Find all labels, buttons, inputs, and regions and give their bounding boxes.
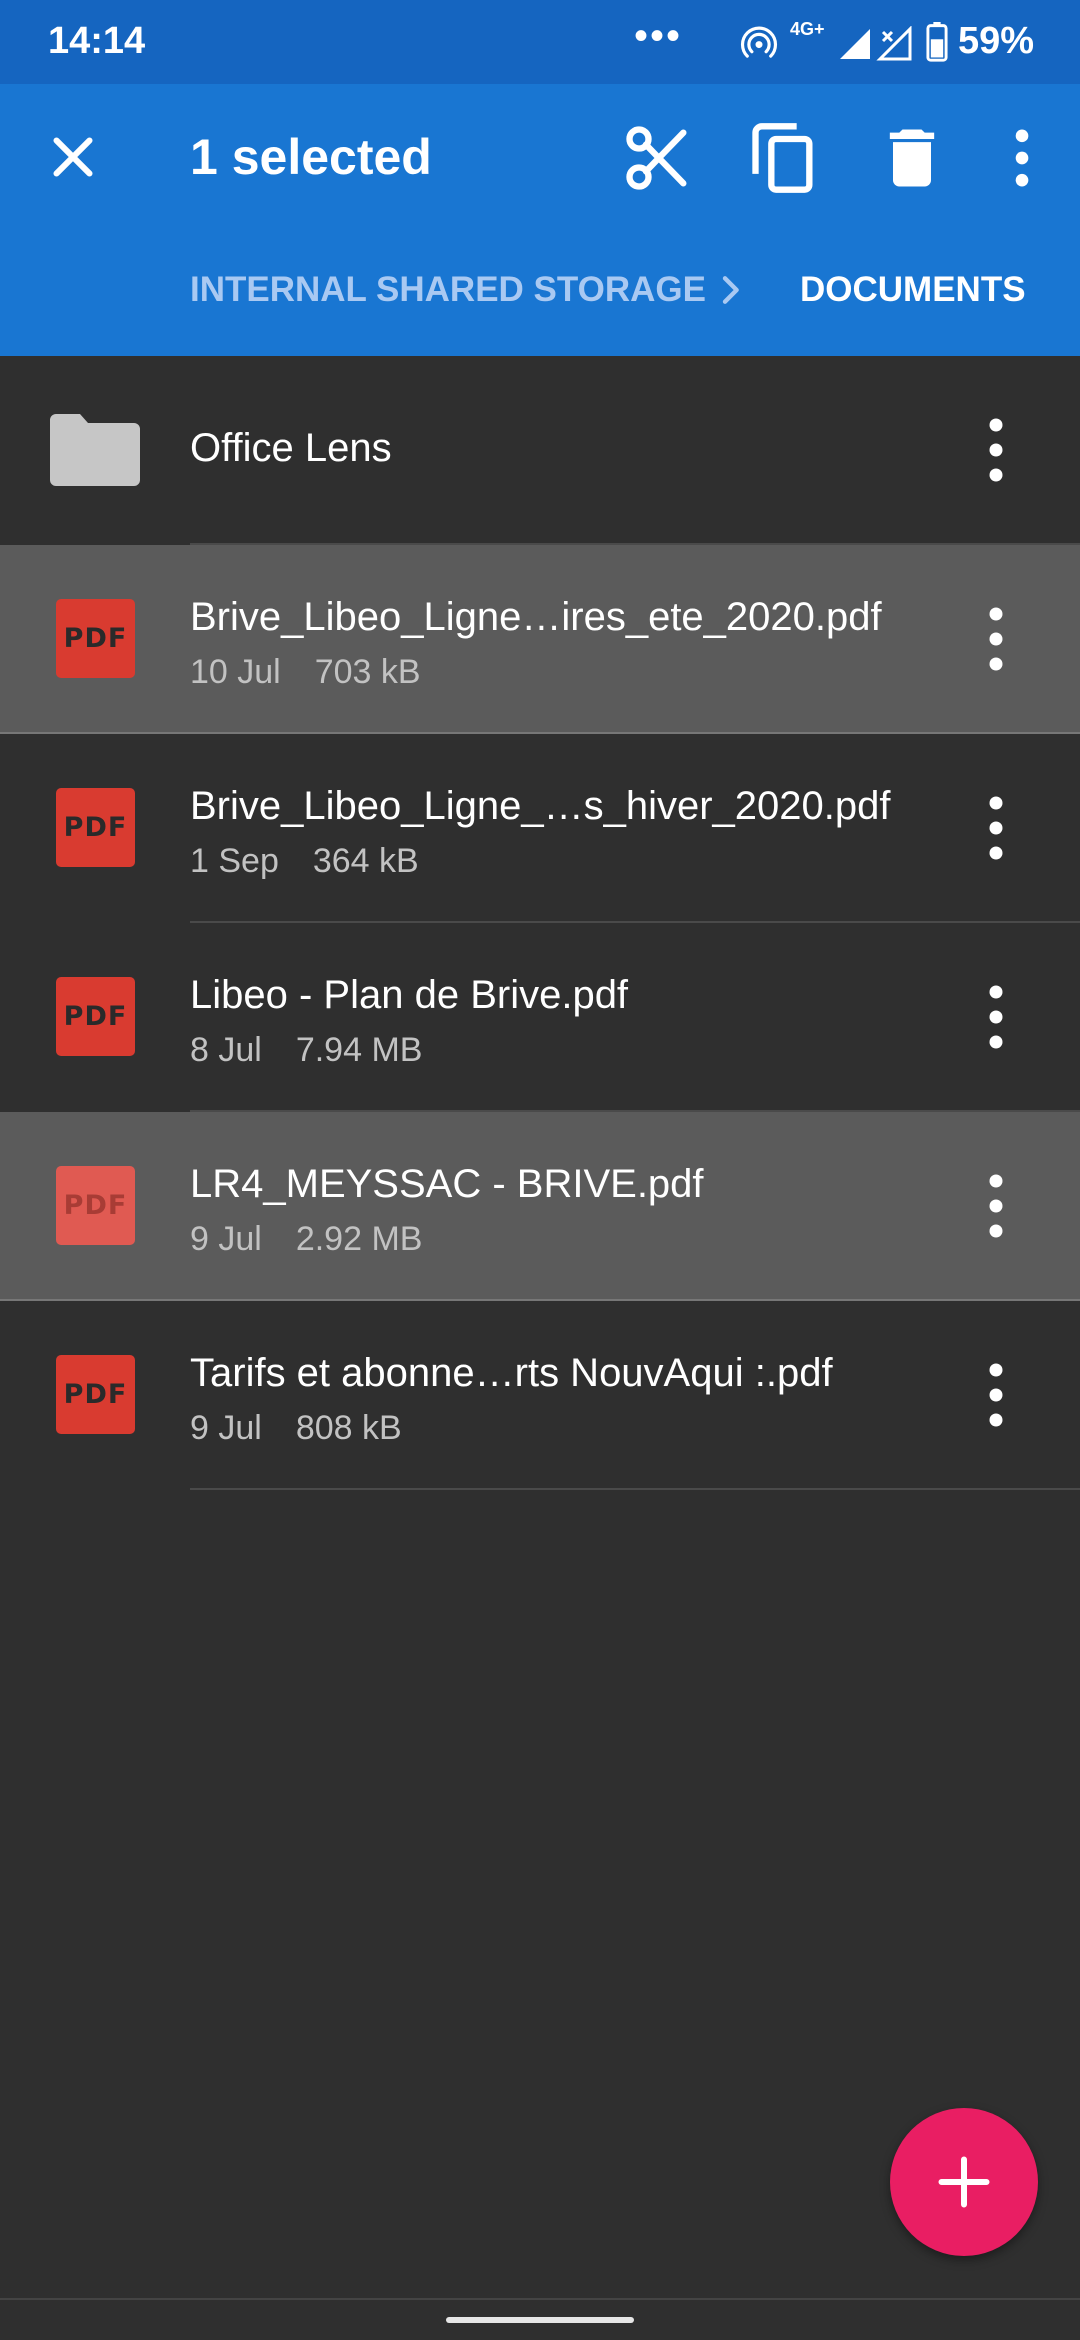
more-vert-icon[interactable] [966,601,1026,677]
battery-icon [926,22,948,62]
folder-icon [50,414,140,486]
file-size: 703 kB [314,653,421,691]
chevron-right-icon [722,276,739,304]
file-size: 7.94 MB [295,1031,423,1069]
more-notifications-icon: ••• [634,14,683,58]
file-list: Office Lens PDF Brive_Libeo_Ligne…ires_e… [0,356,1080,1490]
delete-button[interactable] [874,120,950,196]
more-vert-icon[interactable] [966,412,1026,488]
file-size: 2.92 MB [295,1220,423,1258]
pdf-icon: PDF [56,1166,135,1245]
pdf-icon: PDF [56,977,135,1056]
cut-button[interactable] [620,120,696,196]
file-date: 10 Jul [190,653,281,691]
list-item-folder[interactable]: Office Lens [0,356,1080,545]
file-date: 9 Jul [190,1220,262,1258]
more-vert-icon[interactable] [966,1168,1026,1244]
file-date: 9 Jul [190,1409,262,1447]
file-meta: 9 Jul 808 kB [190,1409,402,1448]
plus-icon [938,2156,990,2208]
pdf-icon: PDF [56,1355,135,1434]
divider [0,2298,1080,2300]
divider [190,1488,1080,1490]
status-time: 14:14 [48,20,146,62]
battery-percent: 59% [958,20,1035,62]
list-item-file-selected[interactable]: PDF Brive_Libeo_Ligne…ires_ete_2020.pdf … [0,545,1080,734]
file-name: Tarifs et abonne…rts NouvAqui :.pdf [190,1351,833,1395]
copy-icon [752,123,813,193]
breadcrumb-internal-storage[interactable]: INTERNAL SHARED STORAGE [190,270,706,310]
file-size: 808 kB [295,1409,402,1447]
selection-count-title: 1 selected [190,129,432,185]
signal-icon [840,29,870,59]
app-bar: 1 selected INTERNAL SHARED STORAGE DOCUM… [0,84,1080,356]
pdf-icon: PDF [56,788,135,867]
file-name: LR4_MEYSSAC - BRIVE.pdf [190,1162,704,1206]
file-meta: 9 Jul 2.92 MB [190,1220,422,1259]
file-meta: 1 Sep 364 kB [190,842,419,881]
file-meta: 8 Jul 7.94 MB [190,1031,422,1070]
network-type-icon: 4G+ [790,19,825,39]
file-name: Libeo - Plan de Brive.pdf [190,973,629,1017]
close-icon [53,137,93,177]
file-size: 364 kB [312,842,419,880]
more-vert-icon[interactable] [966,1357,1026,1433]
more-options-button[interactable] [984,120,1060,196]
more-vert-icon[interactable] [966,790,1026,866]
breadcrumb-documents[interactable]: DOCUMENTS [800,270,1026,310]
file-date: 8 Jul [190,1031,262,1069]
cut-icon [626,126,687,190]
status-bar: 14:14 ••• 4G+ 59% [0,0,1080,84]
file-name: Brive_Libeo_Ligne_…s_hiver_2020.pdf [190,784,891,828]
signal-sim2-icon [876,26,912,61]
list-item-file[interactable]: PDF Libeo - Plan de Brive.pdf 8 Jul 7.94 … [0,923,1080,1112]
list-item-file[interactable]: PDF Tarifs et abonne…rts NouvAqui :.pdf … [0,1301,1080,1490]
breadcrumb: INTERNAL SHARED STORAGE DOCUMENTS [190,270,1070,330]
list-item-file-selected[interactable]: PDF LR4_MEYSSAC - BRIVE.pdf 9 Jul 2.92 MB [0,1112,1080,1301]
close-button[interactable] [40,124,106,190]
add-button[interactable] [890,2108,1038,2256]
list-item-file[interactable]: PDF Brive_Libeo_Ligne_…s_hiver_2020.pdf … [0,734,1080,923]
file-name: Office Lens [190,426,392,470]
delete-icon [889,129,935,187]
hotspot-icon [740,26,778,58]
file-name: Brive_Libeo_Ligne…ires_ete_2020.pdf [190,595,882,639]
home-indicator[interactable] [446,2317,634,2323]
file-date: 1 Sep [190,842,279,880]
file-meta: 10 Jul 703 kB [190,653,421,692]
more-vert-icon[interactable] [966,979,1026,1055]
more-vert-icon [1015,129,1029,187]
pdf-icon: PDF [56,599,135,678]
copy-button[interactable] [746,120,822,196]
